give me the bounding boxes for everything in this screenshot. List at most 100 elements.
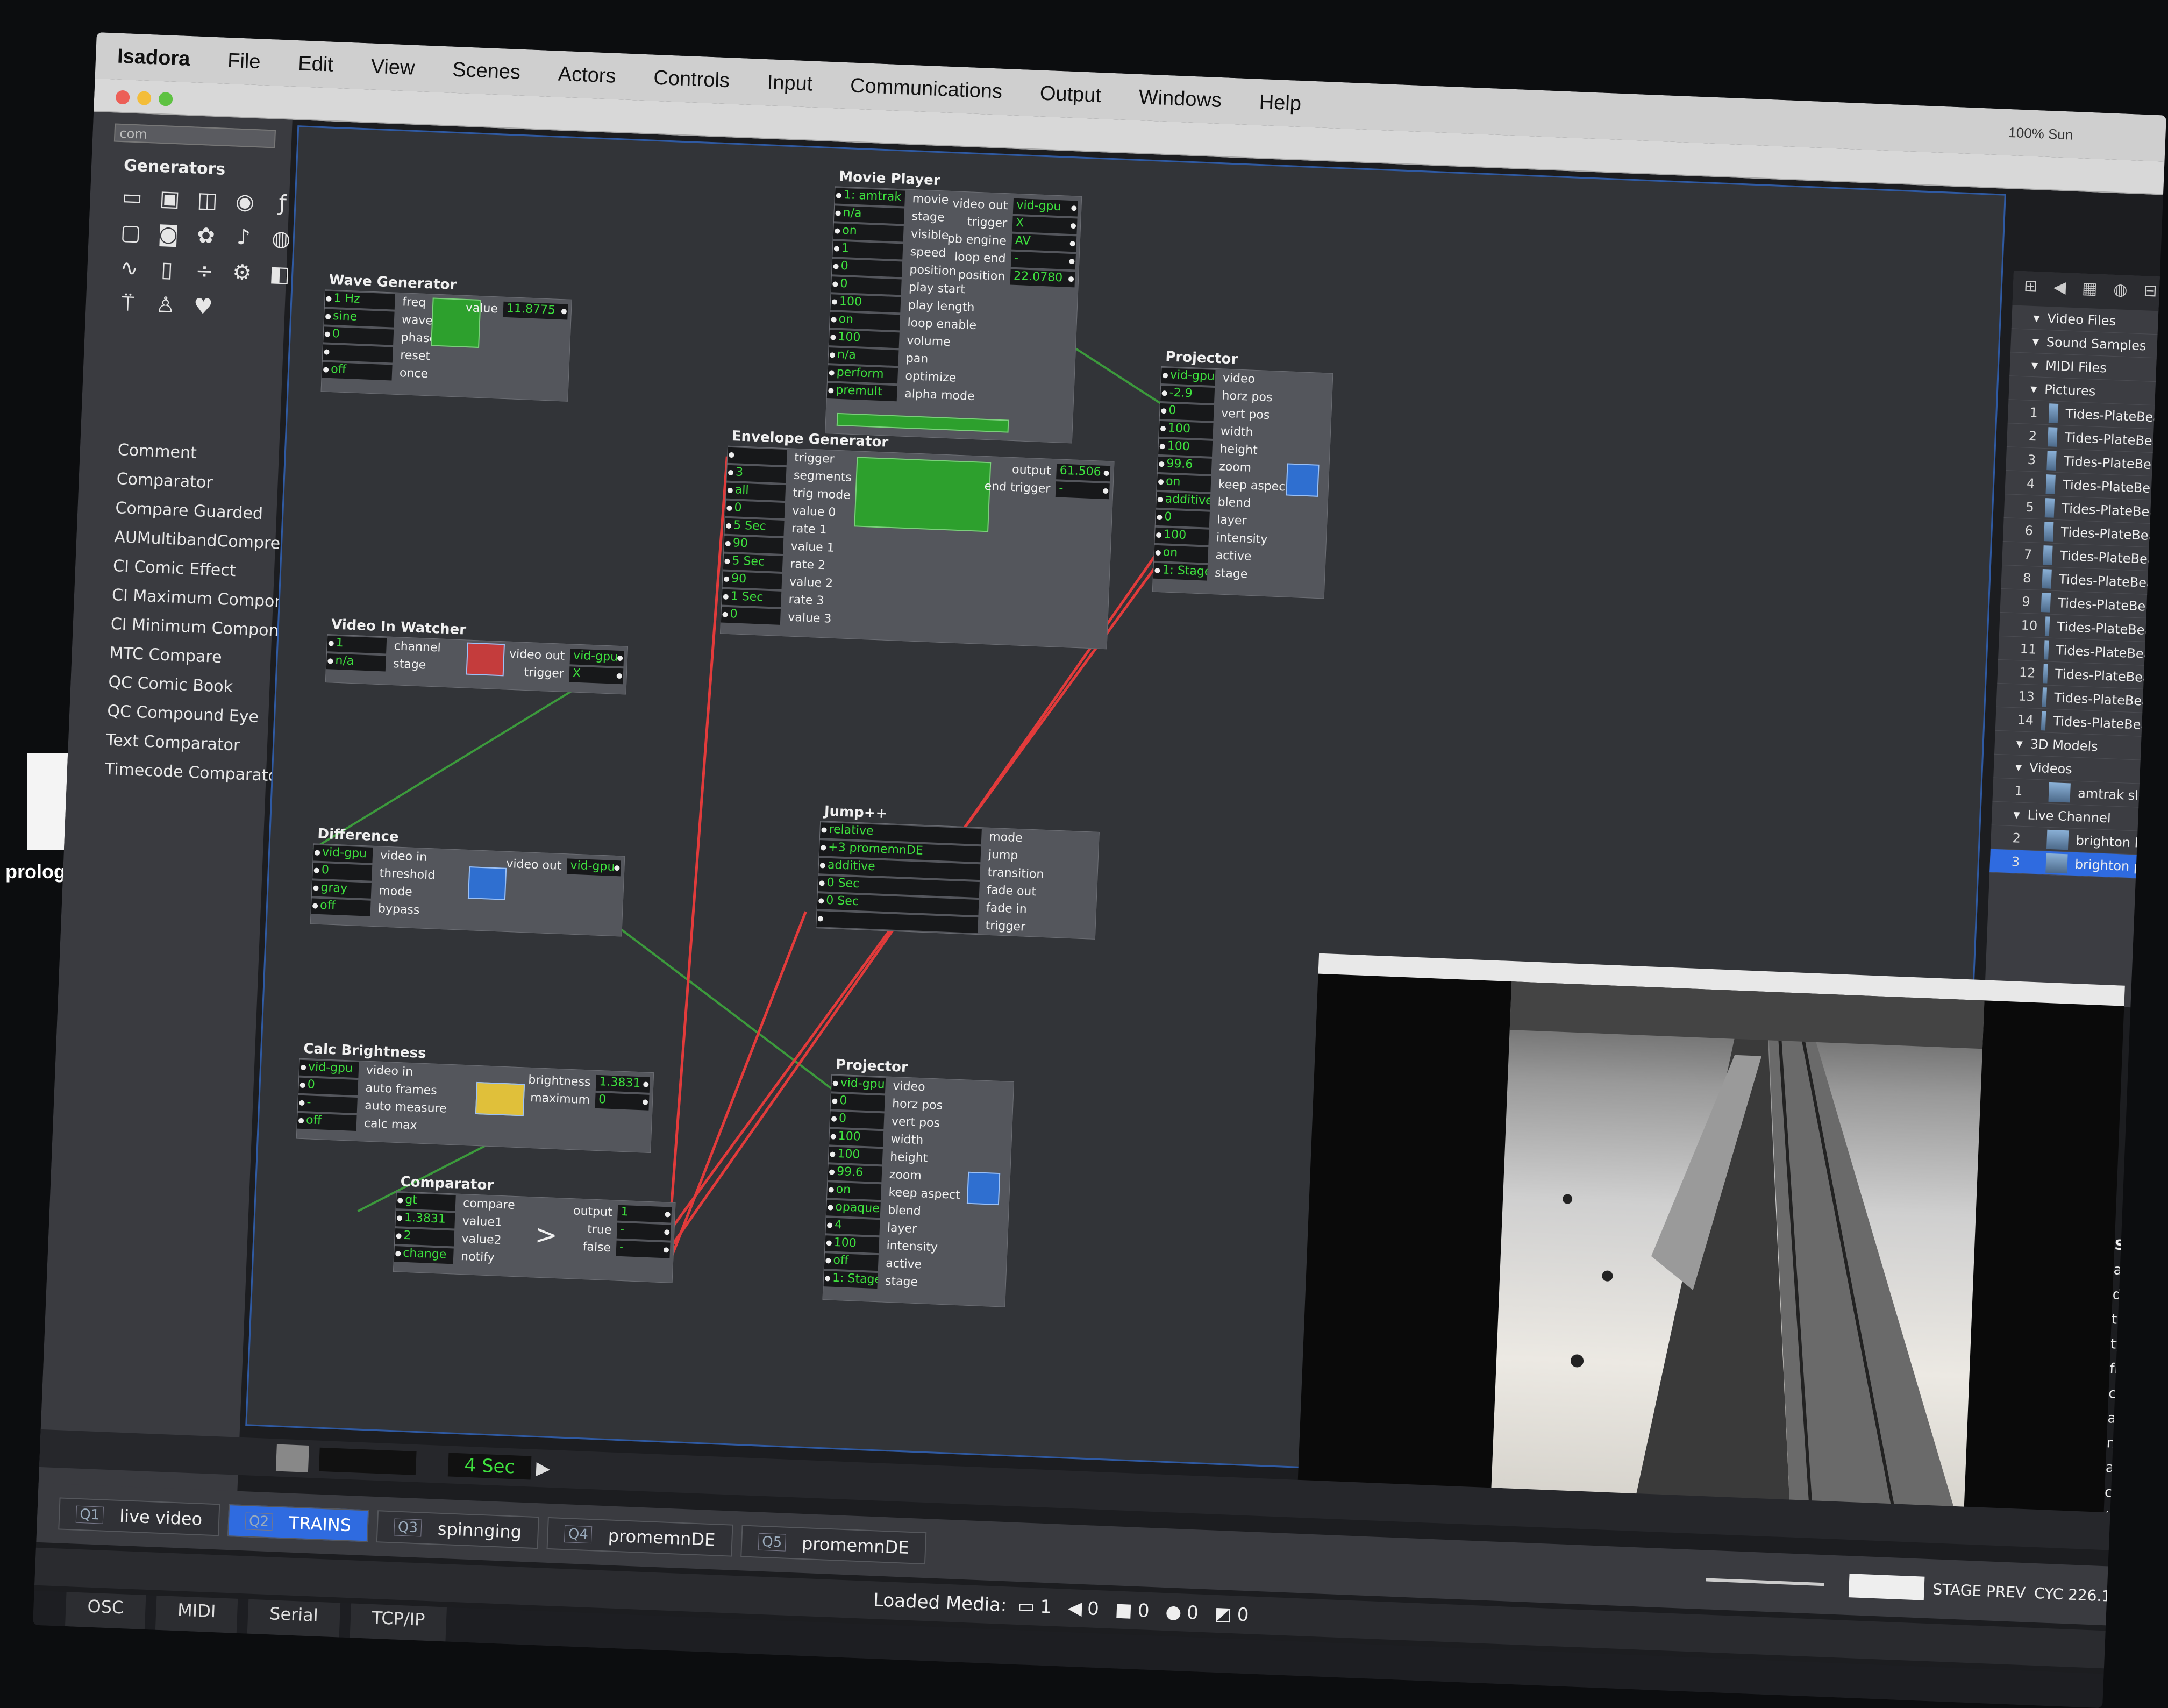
toolbox-search-input[interactable]: com (113, 123, 276, 148)
output-value[interactable]: - (1055, 481, 1110, 500)
output-value[interactable]: AV (1011, 233, 1077, 252)
input-value[interactable]: 100 (829, 330, 900, 348)
output-value[interactable]: X (1012, 216, 1078, 234)
input-value[interactable]: 5 Sec (723, 553, 783, 572)
input-value[interactable]: vid-gpu (1161, 367, 1216, 386)
input-value[interactable]: on (830, 312, 901, 331)
input-value[interactable]: opaque (826, 1200, 881, 1218)
media-grid-icon[interactable]: ▦ (2081, 279, 2098, 303)
wave-generator-actor[interactable]: Wave Generator 1 Hz freq sine wave 0 phase … (320, 272, 572, 402)
input-value[interactable]: 0 (298, 1077, 359, 1096)
menu-scenes[interactable]: Scenes (452, 58, 520, 84)
calc-brightness-actor[interactable]: Calc Brightness vid-gpu video in 0 auto fr… (296, 1041, 654, 1154)
scene-item[interactable]: Q1 live video (58, 1497, 220, 1536)
scene-item[interactable]: Q4 promemnDE (546, 1517, 733, 1557)
media-add-list-icon[interactable]: ⊟ (2143, 281, 2158, 305)
input-value[interactable]: 1: Stage (823, 1271, 878, 1289)
output-value[interactable]: 1.3831 (595, 1074, 650, 1093)
antenna-icon[interactable]: ⍡ (112, 289, 144, 318)
input-value[interactable]: n/a (828, 347, 899, 366)
input-value[interactable] (322, 344, 393, 363)
input-value[interactable]: 1: Stage (1153, 563, 1208, 581)
input-value[interactable]: 0 (1159, 403, 1214, 421)
menu-input[interactable]: Input (767, 71, 813, 96)
output-value[interactable]: - (1010, 251, 1076, 270)
input-value[interactable]: vid-gpu (831, 1076, 886, 1094)
film-icon[interactable]: ▣ (154, 184, 186, 213)
input-value[interactable]: vid-gpu (299, 1059, 359, 1078)
input-value[interactable]: 1 (832, 241, 903, 260)
media-add-icon[interactable]: ⊞ (2023, 276, 2038, 301)
menu-communications[interactable]: Communications (850, 74, 1002, 103)
clip-icon[interactable]: ◫ (192, 186, 223, 215)
menu-app[interactable]: Isadora (117, 45, 190, 70)
input-value[interactable]: on (1154, 545, 1209, 563)
movie-player-actor[interactable]: Movie Player 1: amtrak movie n/a stage on v… (825, 169, 1082, 444)
input-value[interactable]: - (297, 1095, 358, 1114)
output-value[interactable]: - (616, 1222, 671, 1241)
input-value[interactable]: 1 Hz (324, 291, 395, 310)
input-value[interactable]: 100 (830, 294, 901, 313)
projector-actor-2[interactable]: Projector vid-gpu video 0 horz pos 0 vert p… (822, 1057, 1015, 1307)
output-value[interactable]: 0 (595, 1092, 650, 1111)
input-value[interactable]: on (833, 223, 904, 242)
input-value[interactable]: 90 (724, 536, 784, 554)
menu-edit[interactable]: Edit (298, 52, 334, 77)
input-value[interactable]: 99.6 (828, 1164, 882, 1183)
input-value[interactable]: vid-gpu (313, 845, 373, 863)
wire-green[interactable] (594, 913, 848, 1097)
input-value[interactable]: 100 (825, 1235, 880, 1254)
tab-osc[interactable]: OSC (65, 1592, 146, 1629)
input-value[interactable]: 0 (725, 500, 785, 519)
output-value[interactable]: - (616, 1240, 671, 1258)
timeline-duration[interactable]: 4 Sec (447, 1453, 532, 1480)
divide-icon[interactable]: ÷ (189, 257, 220, 286)
input-value[interactable]: 0 (830, 1111, 885, 1129)
movie-position-slider[interactable] (836, 412, 1009, 433)
input-value[interactable]: 1 (327, 636, 387, 654)
input-value[interactable]: 100 (828, 1147, 883, 1165)
input-value[interactable]: 3 (726, 465, 787, 483)
oc-icon[interactable]: ◙ (153, 220, 184, 249)
media-globe-icon[interactable]: ◍ (2113, 280, 2128, 304)
input-value[interactable]: 0 (832, 259, 903, 277)
input-value[interactable]: 1.3831 (395, 1211, 455, 1229)
menu-controls[interactable]: Controls (653, 66, 730, 92)
window-zoom-button[interactable] (158, 91, 173, 106)
projector-actor-1[interactable]: Projector vid-gpu video -2.9 horz pos 0 ver… (1152, 348, 1333, 599)
rect-icon[interactable]: ▭ (117, 183, 148, 212)
output-value[interactable]: 22.0780 (1010, 269, 1075, 288)
output-value[interactable]: 11.8775 (503, 301, 568, 320)
timeline-thumb-icon[interactable] (275, 1444, 309, 1472)
output-value[interactable]: 61.506 (1056, 464, 1111, 482)
window-close-button[interactable] (115, 90, 130, 105)
input-value[interactable]: gt (396, 1193, 456, 1211)
wave-icon[interactable]: ∿ (113, 254, 145, 283)
scene-item[interactable]: Q3 spinnging (376, 1510, 540, 1549)
tab-serial[interactable]: Serial (247, 1599, 340, 1638)
input-value[interactable]: 0 (1155, 509, 1210, 528)
zoom-slider[interactable] (1706, 1578, 1824, 1586)
media-row[interactable]: 3 brighton promenade (1989, 849, 2166, 883)
input-value[interactable]: off (824, 1253, 879, 1271)
input-value[interactable]: 100 (829, 1129, 884, 1147)
output-value[interactable]: 1 (617, 1205, 672, 1223)
person-icon[interactable]: ♙ (150, 290, 181, 319)
output-value[interactable]: vid-gpu (569, 649, 624, 667)
input-value[interactable]: additive (1156, 492, 1211, 510)
speaker-icon[interactable]: ♪ (228, 223, 259, 252)
input-value[interactable]: on (1157, 474, 1211, 492)
heart-icon[interactable]: ♥ (188, 292, 219, 321)
input-value[interactable]: 99.6 (1157, 456, 1212, 474)
difference-actor[interactable]: Difference vid-gpu video in 0 threshold gr… (310, 826, 625, 937)
tab-tcpip[interactable]: TCP/IP (350, 1603, 447, 1642)
mouse-icon[interactable]: ▯ (151, 255, 182, 284)
timeline-field[interactable] (318, 1447, 417, 1475)
input-value[interactable]: 0 (312, 863, 373, 881)
input-value[interactable]: n/a (326, 653, 386, 672)
comparator-actor[interactable]: Comparator gt compare 1.3831 value1 2 value… (393, 1173, 676, 1283)
menu-output[interactable]: Output (1039, 82, 1102, 108)
input-value[interactable]: 2 (395, 1228, 455, 1247)
output-value[interactable]: X (569, 666, 624, 685)
stage-preview-toggle[interactable] (1848, 1574, 1925, 1600)
